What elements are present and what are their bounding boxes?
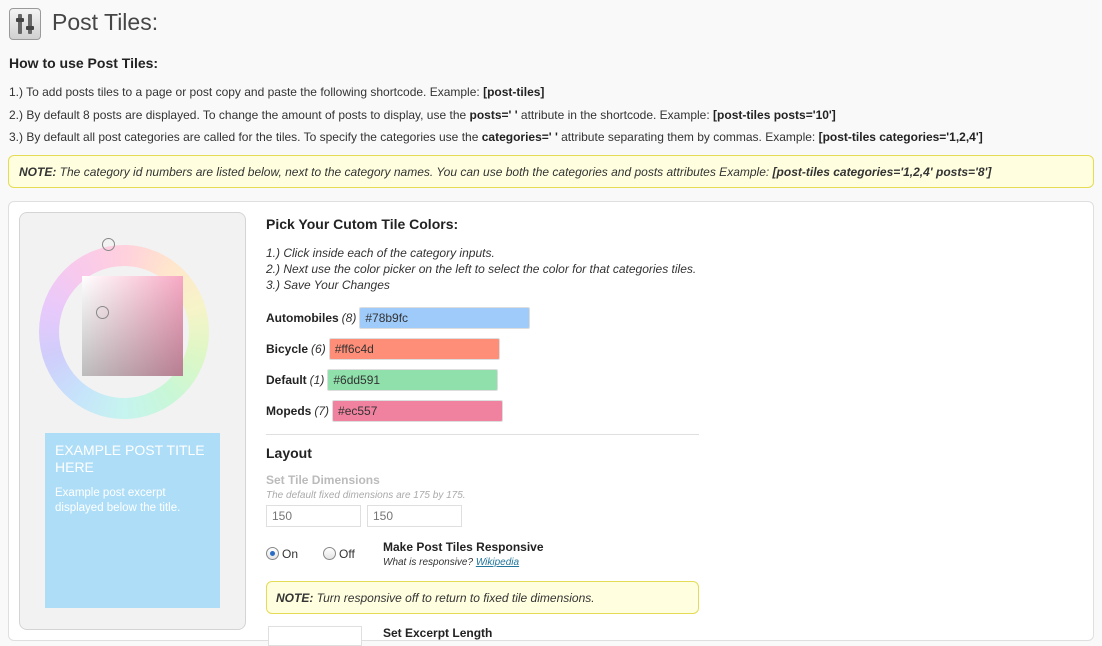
note-label: NOTE: (276, 591, 314, 605)
step-text: attribute separating them by commas. Exa… (557, 130, 819, 144)
category-row-mopeds: Mopeds (7) (266, 400, 504, 422)
example-post-tile: EXAMPLE POST TITLE HERE Example post exc… (45, 433, 220, 608)
howto-step-3: 3.) By default all post categories are c… (9, 130, 983, 144)
hue-marker-handle[interactable] (102, 238, 115, 251)
category-name: Bicycle (266, 342, 309, 356)
excerpt-length-label: Set Excerpt Length (383, 626, 493, 640)
responsive-note: NOTE: Turn responsive off to return to f… (266, 581, 699, 614)
category-id: (8) (341, 311, 357, 325)
category-note: NOTE: The category id numbers are listed… (8, 155, 1094, 188)
tile-width-input[interactable] (266, 505, 361, 527)
category-id: (1) (309, 373, 325, 387)
responsive-on-radio[interactable] (266, 547, 279, 560)
category-color-input[interactable] (327, 369, 499, 391)
excerpt-length-input[interactable] (268, 626, 362, 646)
step-text: 1.) To add posts tiles to a page or post… (9, 85, 484, 99)
responsive-hint: What is responsive? Wikipedia (383, 557, 519, 568)
color-instructions: 1.) Click inside each of the category in… (266, 245, 696, 293)
note-shortcode: [post-tiles categories='1,2,4' posts='8'… (772, 165, 992, 179)
settings-sliders-icon (9, 8, 41, 40)
howto-step-1: 1.) To add posts tiles to a page or post… (9, 85, 544, 99)
tile-dimensions-label: Set Tile Dimensions (266, 473, 380, 487)
step-text: 2.) By default 8 posts are displayed. To… (9, 108, 470, 122)
section-divider (266, 434, 699, 435)
category-name: Mopeds (266, 404, 312, 418)
category-id: (7) (314, 404, 330, 418)
slider-bar-icon (18, 14, 22, 34)
example-post-excerpt: Example post excerpt displayed below the… (55, 487, 181, 514)
category-name: Default (266, 373, 307, 387)
responsive-off-label[interactable]: Off (339, 547, 355, 561)
page-title: Post Tiles: (52, 9, 159, 35)
howto-step-2: 2.) By default 8 posts are displayed. To… (9, 108, 836, 122)
saturation-square[interactable] (82, 276, 183, 376)
note-text: The category id numbers are listed below… (56, 165, 773, 179)
tile-height-input[interactable] (367, 505, 462, 527)
category-id: (6) (311, 342, 326, 356)
responsive-hint-text: What is responsive? (383, 557, 474, 568)
category-color-input[interactable] (332, 400, 504, 422)
responsive-off-radio[interactable] (323, 547, 336, 560)
wikipedia-link[interactable]: Wikipedia (476, 557, 519, 568)
note-label: NOTE: (19, 165, 57, 179)
attribute-name: categories=' ' (481, 130, 558, 144)
step-text: 3.) By default all post categories are c… (9, 130, 482, 144)
instruction-line: 2.) Next use the color picker on the lef… (266, 262, 697, 276)
shortcode-example: [post-tiles posts='10'] (713, 108, 836, 122)
slider-knob-icon (16, 18, 24, 22)
layout-heading: Layout (266, 445, 312, 461)
slider-knob-icon (26, 26, 34, 30)
howto-heading: How to use Post Tiles: (9, 55, 159, 71)
category-color-input[interactable] (359, 307, 531, 329)
shortcode-example: [post-tiles categories='1,2,4'] (818, 130, 983, 144)
category-row-automobiles: Automobiles (8) (266, 307, 531, 329)
instruction-line: 1.) Click inside each of the category in… (266, 246, 495, 260)
category-row-default: Default (1) (266, 369, 499, 391)
attribute-name: posts=' ' (469, 108, 518, 122)
step-text: attribute in the shortcode. Example: (517, 108, 714, 122)
responsive-on-label[interactable]: On (282, 547, 298, 561)
saturation-marker-handle[interactable] (96, 306, 109, 319)
instruction-line: 3.) Save Your Changes (266, 278, 390, 292)
category-color-input[interactable] (328, 338, 500, 360)
responsive-label: Make Post Tiles Responsive (383, 540, 544, 554)
shortcode-example: [post-tiles] (483, 85, 545, 99)
colors-heading: Pick Your Cutom Tile Colors: (266, 216, 459, 232)
example-post-title: EXAMPLE POST TITLE HERE (55, 442, 205, 475)
tile-dimensions-hint: The default fixed dimensions are 175 by … (266, 490, 466, 501)
note-text: Turn responsive off to return to fixed t… (313, 591, 595, 605)
slider-bar-icon (28, 14, 32, 34)
category-name: Automobiles (266, 311, 339, 325)
category-row-bicycle: Bicycle (6) (266, 338, 500, 360)
